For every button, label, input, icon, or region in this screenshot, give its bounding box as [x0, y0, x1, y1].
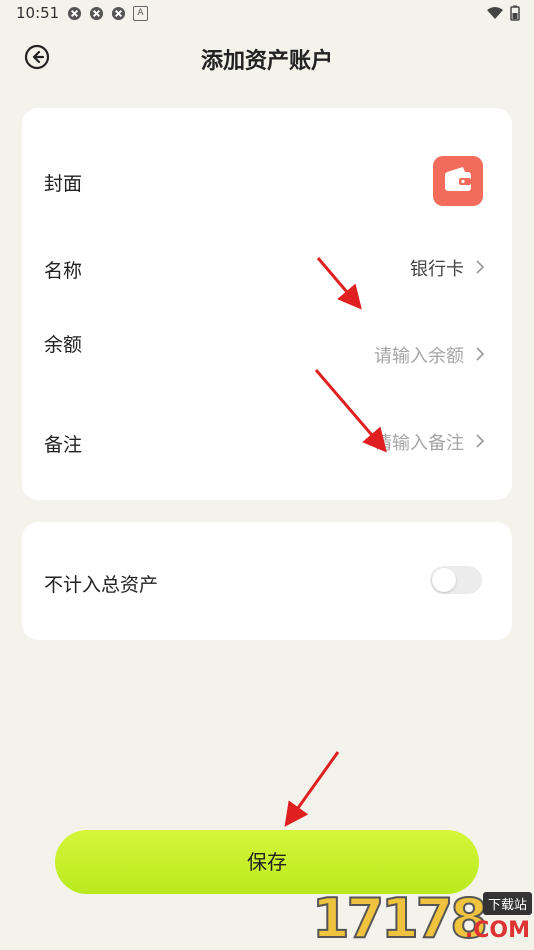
- site-watermark-logo: 17178 下载站 .COM: [311, 887, 534, 950]
- exclude-total-card: 不计入总资产: [22, 522, 512, 640]
- account-form-card: 封面 名称 银行卡 余额 请输入余额 备注 请输入备注: [22, 108, 512, 500]
- wifi-icon: [487, 7, 503, 19]
- cover-thumbnail[interactable]: [433, 156, 483, 206]
- save-button[interactable]: 保存: [55, 830, 479, 894]
- a-badge-icon: A: [133, 6, 148, 21]
- toggle-knob: [432, 568, 456, 592]
- watermark-suffix: .COM: [464, 918, 530, 943]
- chevron-right-icon: [476, 260, 485, 274]
- cover-label: 封面: [44, 173, 83, 195]
- exclude-total-label: 不计入总资产: [44, 574, 159, 596]
- wallet-icon: [445, 167, 471, 191]
- status-bar: 10:51 A: [0, 0, 534, 30]
- watermark-digits: 17178: [311, 887, 489, 950]
- watermark-tag: 下载站: [482, 892, 532, 915]
- note-label: 备注: [44, 434, 83, 456]
- notification-app-icon: [67, 6, 82, 21]
- status-time: 10:51: [16, 4, 60, 22]
- chevron-right-icon: [476, 434, 485, 448]
- notification-app-icon: [111, 6, 126, 21]
- name-value[interactable]: 银行卡: [410, 255, 464, 281]
- annotation-arrow: [284, 751, 340, 827]
- balance-label: 余额: [44, 334, 83, 356]
- notification-app-icon: [89, 6, 104, 21]
- chevron-right-icon: [476, 347, 485, 361]
- note-input[interactable]: 请输入备注: [374, 429, 464, 455]
- notification-icons: A: [67, 6, 148, 21]
- exclude-total-toggle[interactable]: [430, 566, 482, 594]
- page-title: 添加资产账户: [200, 49, 333, 74]
- balance-input[interactable]: 请输入余额: [374, 342, 464, 368]
- header: 添加资产账户: [0, 36, 534, 80]
- system-icons: [486, 5, 520, 21]
- name-label: 名称: [44, 260, 83, 282]
- battery-icon: [510, 5, 520, 21]
